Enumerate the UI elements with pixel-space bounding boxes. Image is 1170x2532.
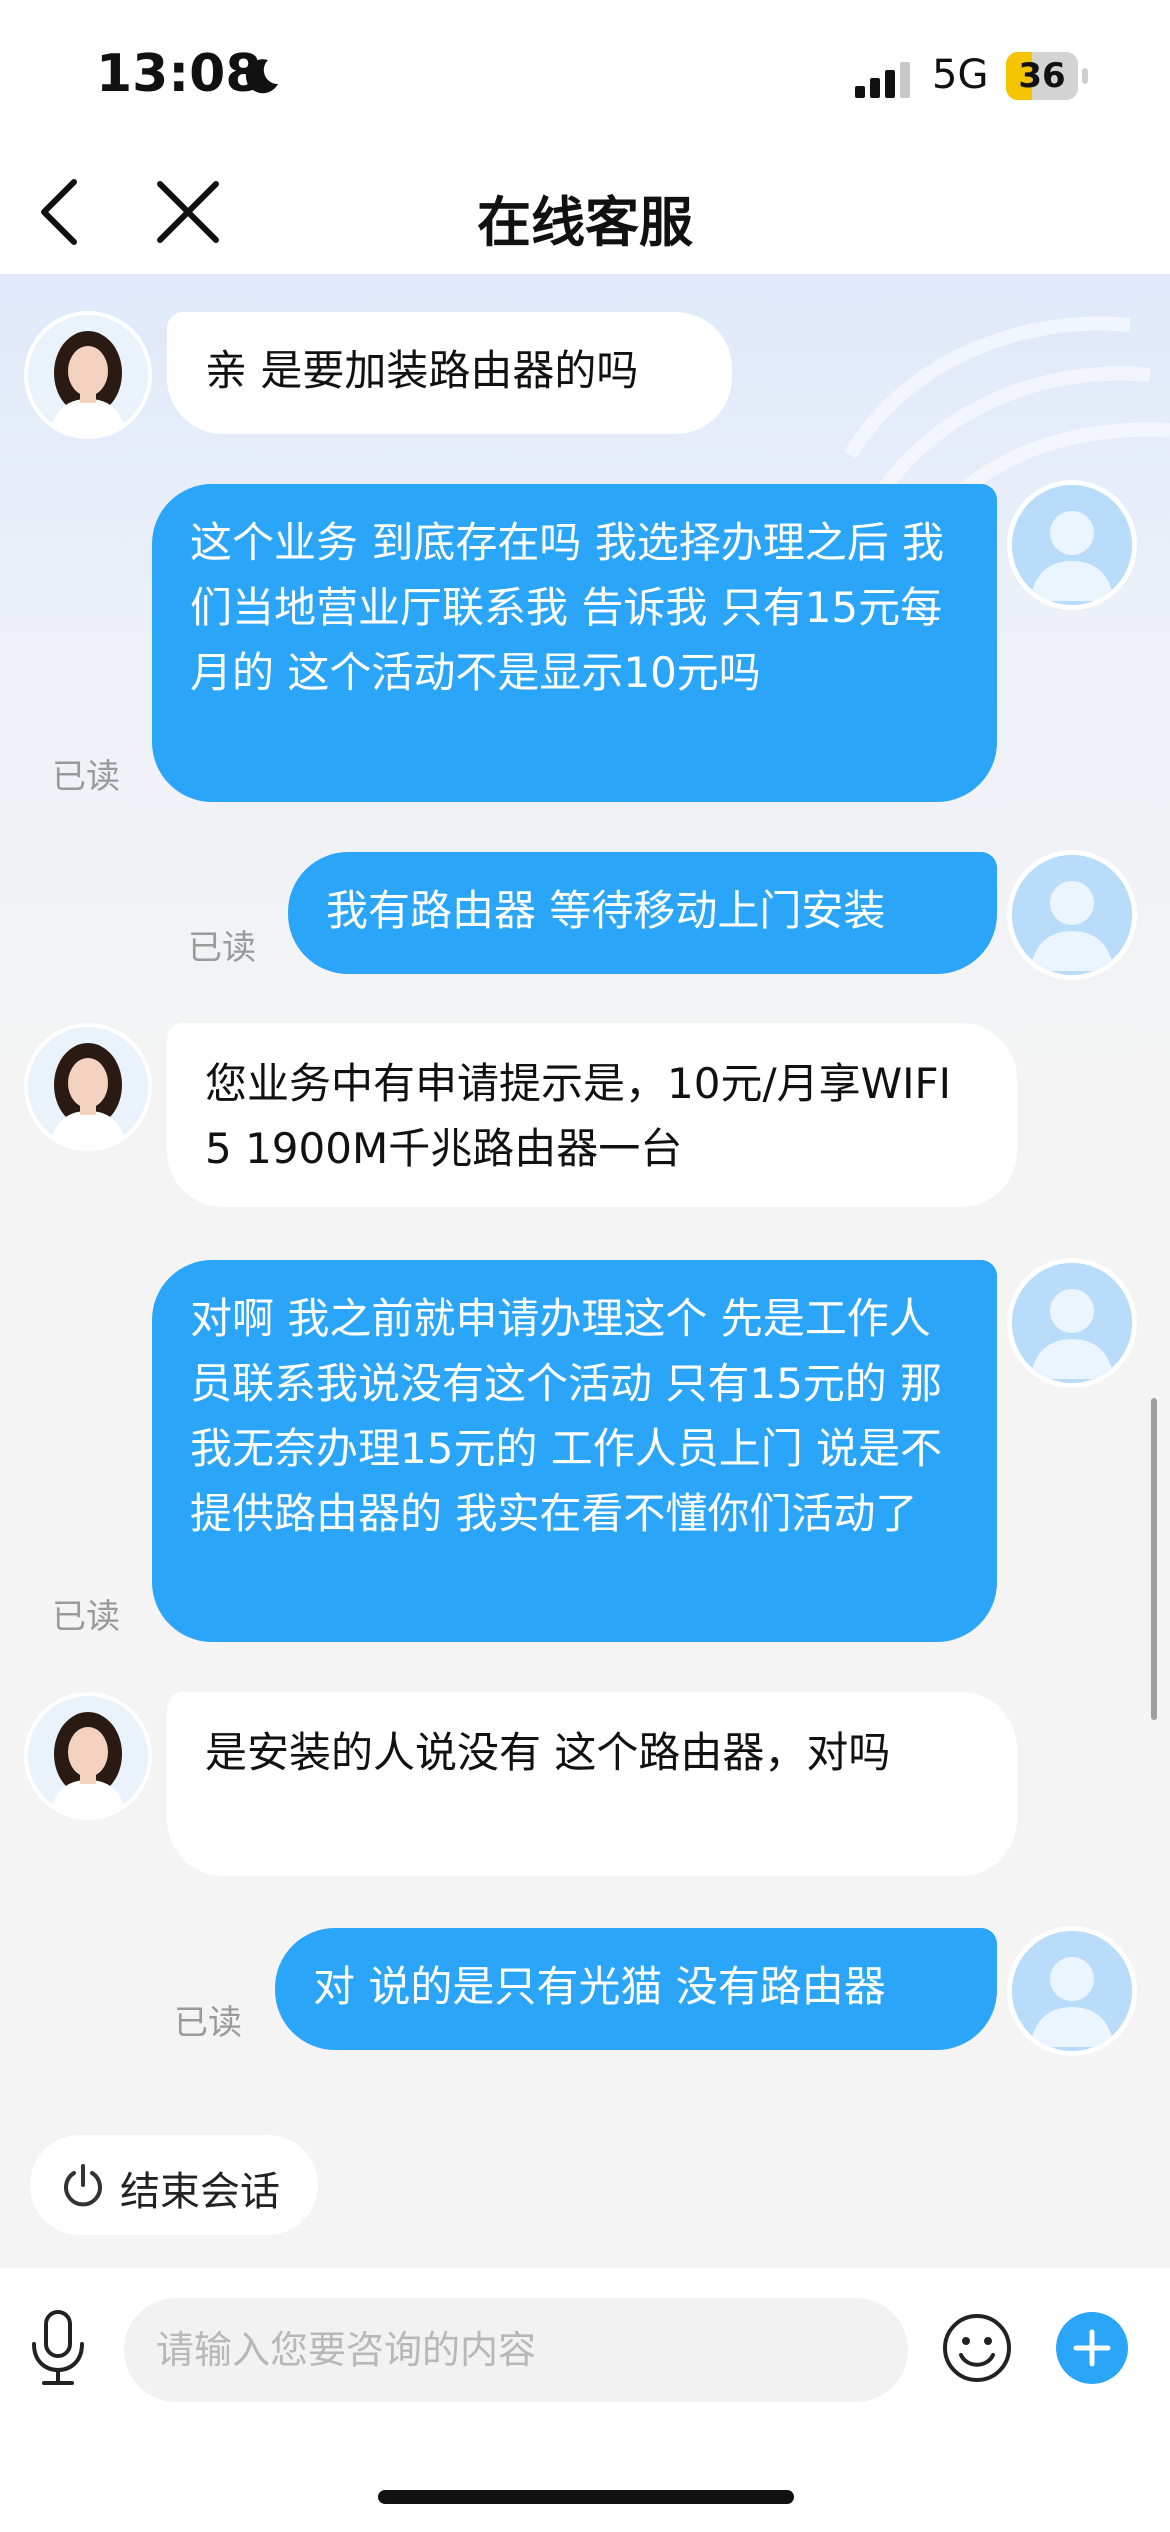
message-bubble: 对 说的是只有光猫 没有路由器	[275, 1928, 997, 2050]
battery-tip	[1082, 68, 1088, 84]
agent-avatar-image	[28, 1696, 148, 1816]
user-avatar	[1012, 485, 1132, 605]
agent-avatar	[28, 1027, 148, 1147]
message-bubble: 您业务中有申请提示是，10元/月享WIFI5 1900M千兆路由器一台	[167, 1023, 1017, 1207]
read-status: 已读	[52, 1597, 120, 1637]
battery-icon: 36	[1006, 52, 1088, 100]
nav-bar: 在线客服	[0, 150, 1170, 275]
message-input[interactable]	[124, 2298, 908, 2402]
user-avatar-image	[1012, 1263, 1132, 1383]
read-status: 已读	[52, 757, 120, 797]
user-avatar-image	[1012, 855, 1132, 975]
message-bubble: 对啊 我之前就申请办理这个 先是工作人员联系我说没有这个活动 只有15元的 那我…	[152, 1260, 997, 1642]
user-avatar	[1012, 855, 1132, 975]
user-avatar	[1012, 1931, 1132, 2051]
end-session-label: 结束会话	[120, 2169, 280, 2215]
battery-level: 36	[1018, 56, 1066, 96]
more-button[interactable]	[1056, 2312, 1128, 2384]
message-bubble: 这个业务 到底存在吗 我选择办理之后 我们当地营业厅联系我 告诉我 只有15元每…	[152, 484, 997, 802]
status-time: 13:08	[96, 44, 262, 104]
plus-icon	[1073, 2329, 1111, 2367]
battery-body: 36	[1006, 52, 1078, 100]
chat-area[interactable]: 亲 是要加装路由器的吗 这个业务 到底存在吗 我选择办理之后 我们当地营业厅联系…	[0, 275, 1170, 2268]
user-avatar	[1012, 1263, 1132, 1383]
agent-avatar-image	[28, 1027, 148, 1147]
signal-icon	[855, 62, 910, 98]
read-status: 已读	[188, 928, 256, 968]
page-title: 在线客服	[477, 191, 693, 254]
message-bubble: 亲 是要加装路由器的吗	[167, 312, 732, 434]
network-type: 5G	[932, 52, 989, 98]
moon-icon	[245, 59, 278, 94]
input-bar	[0, 2268, 1170, 2428]
user-avatar-image	[1012, 1931, 1132, 2051]
agent-avatar	[28, 315, 148, 435]
read-status: 已读	[174, 2003, 242, 2043]
agent-avatar	[28, 1696, 148, 1816]
status-bar: 13:08 5G 36	[0, 0, 1170, 150]
power-icon	[64, 2164, 102, 2207]
message-bubble: 我有路由器 等待移动上门安装	[288, 852, 997, 974]
home-bar	[0, 2428, 1170, 2532]
microphone-icon[interactable]	[26, 2308, 90, 2388]
emoji-icon[interactable]	[941, 2312, 1013, 2384]
end-session-button[interactable]: 结束会话	[30, 2135, 318, 2235]
scrollbar[interactable]	[1151, 1398, 1157, 1720]
agent-avatar-image	[28, 315, 148, 435]
home-indicator[interactable]	[378, 2490, 794, 2504]
user-avatar-image	[1012, 485, 1132, 605]
message-bubble: 是安装的人说没有 这个路由器，对吗	[167, 1692, 1017, 1876]
